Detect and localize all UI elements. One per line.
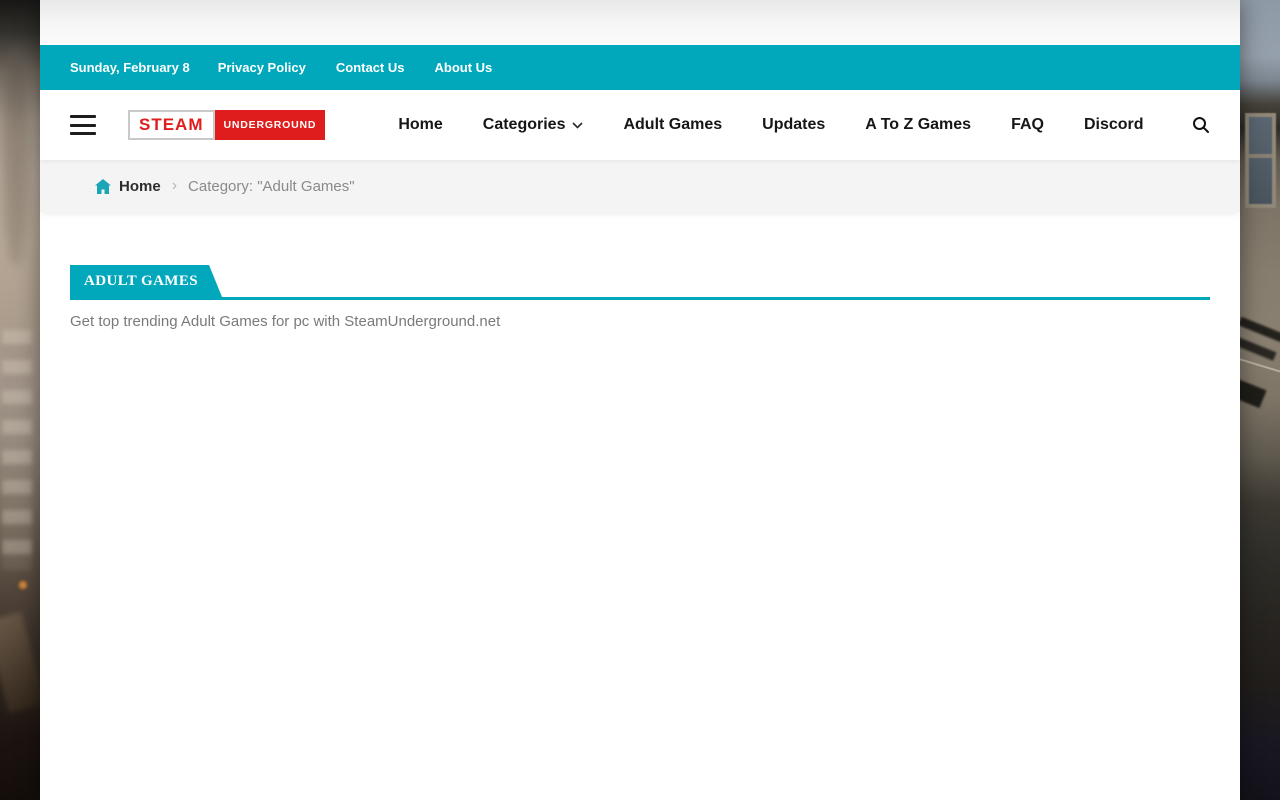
background-art-right xyxy=(1240,0,1280,800)
topbar-links: Privacy Policy Contact Us About Us xyxy=(218,60,493,75)
nav-item-label: Home xyxy=(398,116,442,134)
topbar: Sunday, February 8 Privacy Policy Contac… xyxy=(40,45,1240,90)
background-cable-shape xyxy=(1240,357,1280,375)
background-art-left xyxy=(0,0,40,800)
topbar-link-privacy-policy[interactable]: Privacy Policy xyxy=(218,60,306,75)
background-window-shape xyxy=(1245,113,1276,208)
logo-steam-text: STEAM xyxy=(128,110,215,140)
section-title-underline xyxy=(70,297,1210,300)
nav-item-home[interactable]: Home xyxy=(398,116,442,134)
search-icon xyxy=(1192,116,1210,134)
breadcrumb-current: Category: "Adult Games" xyxy=(188,178,355,195)
nav-item-label: Categories xyxy=(483,116,566,134)
chevron-down-icon xyxy=(572,122,583,129)
main-content: ADULT GAMES Get top trending Adult Games… xyxy=(40,212,1240,800)
background-window-mullion xyxy=(1249,154,1272,158)
nav-item-faq[interactable]: FAQ xyxy=(1011,116,1044,134)
home-icon xyxy=(95,179,111,194)
section-description: Get top trending Adult Games for pc with… xyxy=(70,313,1210,330)
nav-item-label: Discord xyxy=(1084,116,1144,134)
background-tower-shape xyxy=(4,50,28,265)
nav-item-label: FAQ xyxy=(1011,116,1044,134)
breadcrumb: Home › Category: "Adult Games" xyxy=(40,160,1240,212)
nav-item-adult-games[interactable]: Adult Games xyxy=(623,116,722,134)
nav-item-discord[interactable]: Discord xyxy=(1084,116,1144,134)
search-button[interactable] xyxy=(1192,116,1210,134)
logo-underground-text: UNDERGROUND xyxy=(215,110,326,140)
date-text: Sunday, February 8 xyxy=(70,60,190,75)
breadcrumb-home-label: Home xyxy=(119,178,161,195)
hamburger-menu-button[interactable] xyxy=(70,115,96,135)
nav-item-updates[interactable]: Updates xyxy=(762,116,825,134)
site-page: Sunday, February 8 Privacy Policy Contac… xyxy=(40,0,1240,800)
nav-item-categories[interactable]: Categories xyxy=(483,116,584,134)
topbar-link-contact-us[interactable]: Contact Us xyxy=(336,60,405,75)
hamburger-icon xyxy=(70,115,96,118)
main-navbar: STEAM UNDERGROUND Home Categories Adult … xyxy=(40,90,1240,160)
nav-item-label: Updates xyxy=(762,116,825,134)
page-root: Sunday, February 8 Privacy Policy Contac… xyxy=(0,0,1280,800)
section-title-badge: ADULT GAMES xyxy=(70,265,222,297)
nav-item-a-to-z-games[interactable]: A To Z Games xyxy=(865,116,971,134)
nav-item-label: A To Z Games xyxy=(865,116,971,134)
background-rubble-shape xyxy=(0,612,40,714)
background-scaffold-shape xyxy=(2,330,32,570)
nav-item-label: Adult Games xyxy=(623,116,722,134)
background-light-glint xyxy=(18,580,28,590)
section-header: ADULT GAMES xyxy=(70,265,1210,300)
background-beam-shape xyxy=(1240,317,1280,343)
site-logo[interactable]: STEAM UNDERGROUND xyxy=(128,110,325,140)
nav-menu: Home Categories Adult Games Updates A To… xyxy=(398,116,1143,134)
top-spacer xyxy=(40,0,1240,45)
breadcrumb-separator: › xyxy=(172,177,177,195)
topbar-link-about-us[interactable]: About Us xyxy=(434,60,492,75)
breadcrumb-home-link[interactable]: Home xyxy=(95,178,161,195)
